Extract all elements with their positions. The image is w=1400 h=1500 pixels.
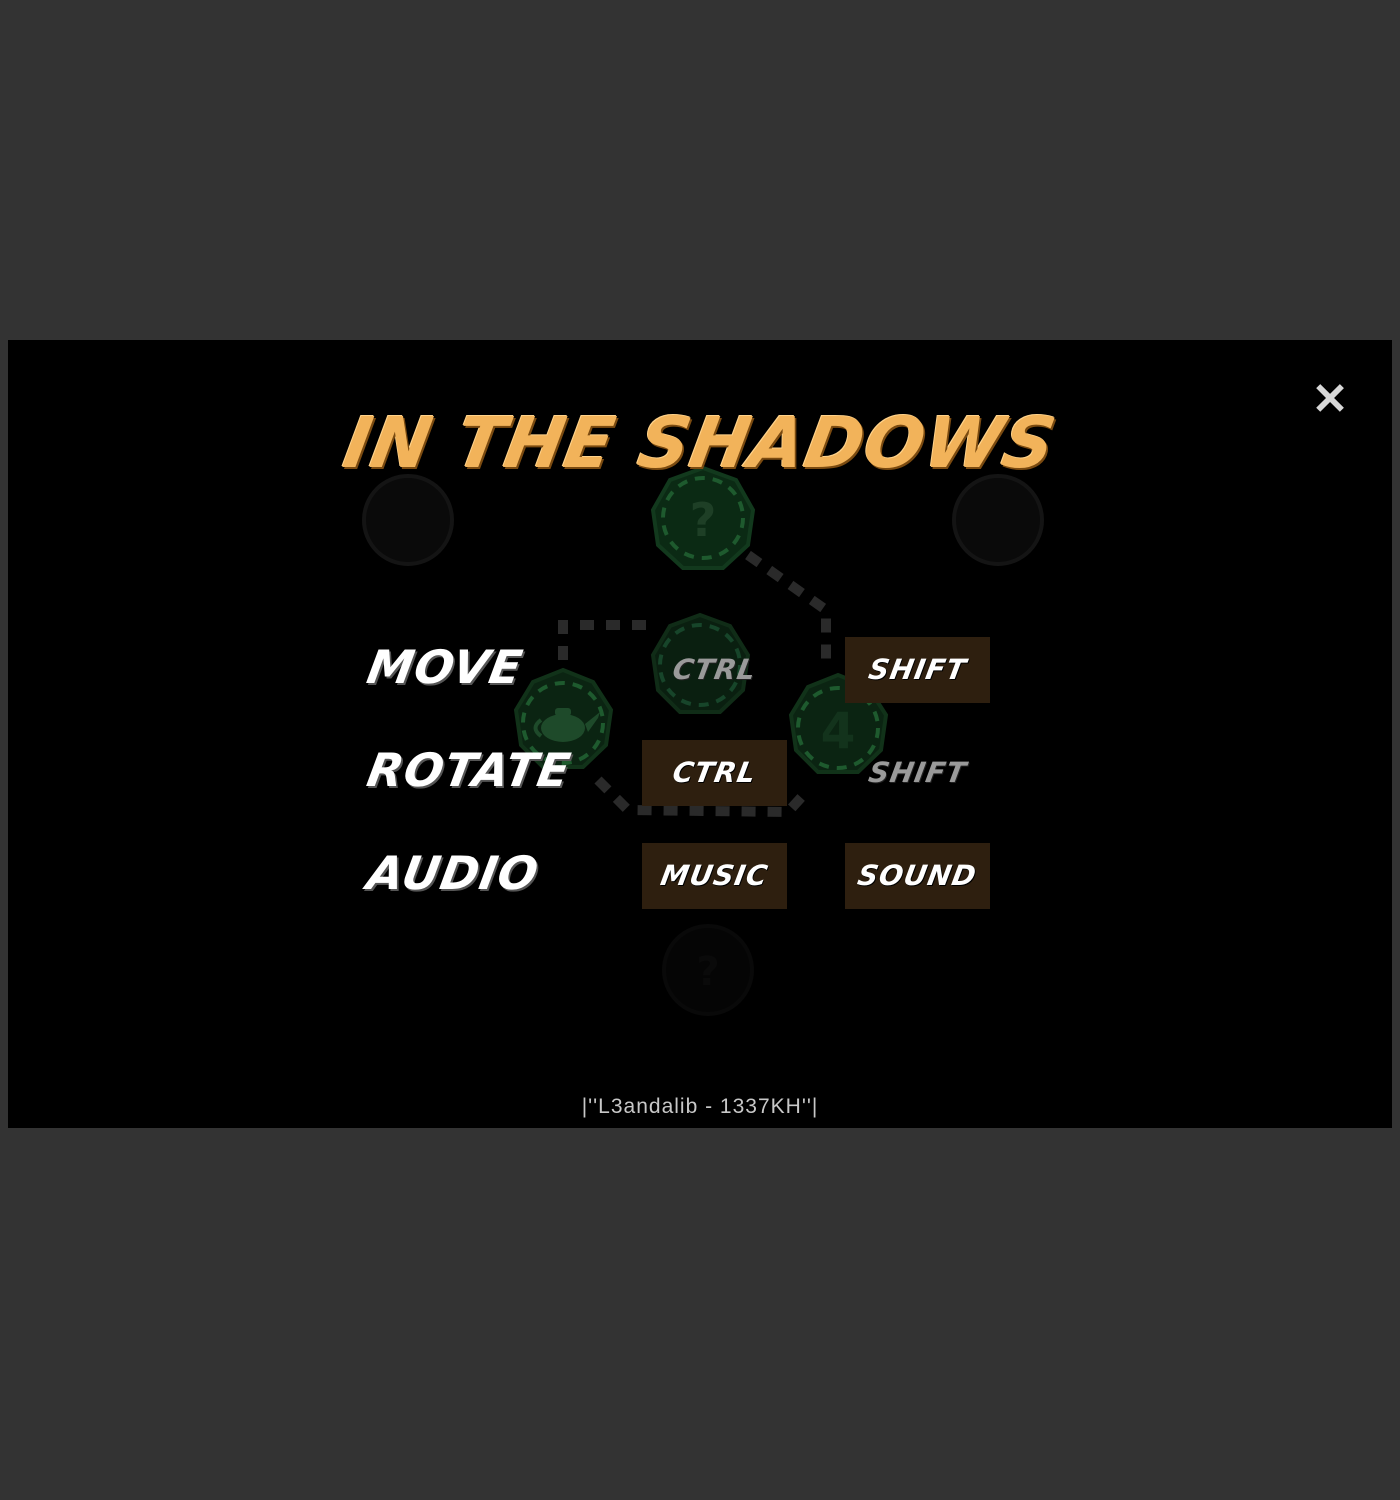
move-label: MOVE	[363, 640, 528, 694]
rotate-label: ROTATE	[363, 743, 576, 797]
game-title: IN THE SHADOWS	[337, 402, 1063, 484]
question-mark-icon: ?	[696, 949, 719, 995]
map-node-bottom: ?	[662, 924, 754, 1016]
audio-label: AUDIO	[363, 846, 544, 900]
game-stage: ? 4 ? ✕ IN THE SHADOWS MOVE CTRL SHIFT R…	[8, 340, 1392, 1128]
rotate-shift-button[interactable]: SHIFT	[845, 740, 990, 806]
move-shift-button[interactable]: SHIFT	[845, 637, 990, 703]
map-node-faint-right	[952, 474, 1044, 566]
music-toggle-button[interactable]: MUSIC	[642, 843, 787, 909]
move-ctrl-button[interactable]: CTRL	[642, 637, 787, 703]
map-node-faint-left	[362, 474, 454, 566]
sound-toggle-button[interactable]: SOUND	[845, 843, 990, 909]
rotate-ctrl-button[interactable]: CTRL	[642, 740, 787, 806]
credit-text: |''L3andalib - 1337KH''|	[581, 1095, 819, 1118]
question-mark-icon: ?	[690, 493, 717, 547]
